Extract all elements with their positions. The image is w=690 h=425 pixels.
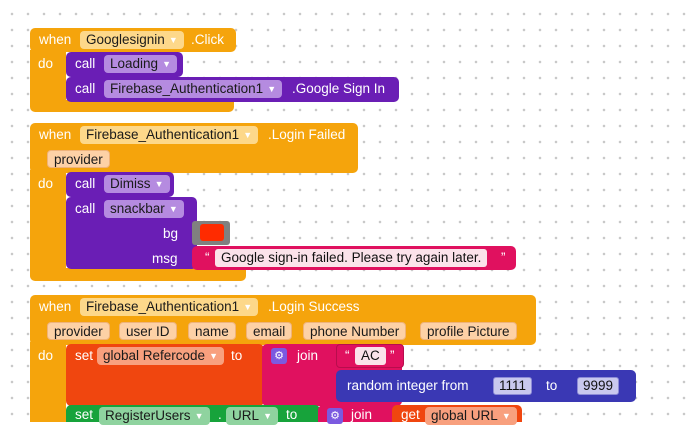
component-name: Loading bbox=[110, 56, 159, 71]
chevron-down-icon: ▼ bbox=[267, 84, 277, 94]
component-name: Dimiss bbox=[110, 176, 151, 191]
gear-icon[interactable]: ⚙ bbox=[271, 348, 287, 364]
chevron-down-icon: ▼ bbox=[243, 302, 253, 312]
param-provider[interactable]: provider bbox=[47, 150, 110, 168]
component-dropdown-snackbar[interactable]: snackbar ▼ bbox=[104, 200, 184, 218]
component-dropdown-firebase-auth[interactable]: Firebase_Authentication1 ▼ bbox=[104, 80, 283, 98]
msg-socket-label: msg bbox=[152, 251, 178, 266]
do-label: do bbox=[38, 176, 54, 191]
chevron-down-icon: ▼ bbox=[194, 411, 204, 421]
close-quote-icon: ” bbox=[501, 250, 506, 265]
param-provider[interactable]: provider bbox=[47, 322, 110, 340]
set-label: set bbox=[75, 407, 94, 422]
call-label: call bbox=[75, 81, 96, 96]
event-name: .Login Failed bbox=[268, 127, 346, 142]
close-quote-icon: ” bbox=[390, 348, 395, 363]
chevron-down-icon: ▼ bbox=[154, 179, 164, 189]
chevron-down-icon: ▼ bbox=[168, 35, 178, 45]
number-to[interactable]: 9999 bbox=[577, 377, 620, 395]
component-dropdown-googlesignin[interactable]: Googlesignin ▼ bbox=[80, 31, 184, 49]
when-label: when bbox=[39, 299, 72, 314]
component-dropdown-loading[interactable]: Loading ▼ bbox=[104, 55, 178, 73]
call-label: call bbox=[75, 56, 96, 71]
get-label: get bbox=[401, 407, 420, 422]
param-user-id[interactable]: user ID bbox=[119, 322, 177, 340]
component-name: Firebase_Authentication1 bbox=[86, 299, 240, 314]
string-ac[interactable]: AC bbox=[355, 347, 386, 365]
property-name: URL bbox=[232, 408, 260, 423]
join-label: join bbox=[297, 348, 319, 363]
chevron-down-icon: ▼ bbox=[243, 130, 253, 140]
variable-name: global URL bbox=[431, 408, 498, 423]
join-label: join bbox=[351, 407, 373, 422]
bg-socket-label: bg bbox=[163, 226, 179, 241]
random-integer-label: random integer from bbox=[347, 378, 469, 393]
component-dropdown-firebase-auth[interactable]: Firebase_Authentication1 ▼ bbox=[80, 298, 259, 316]
component-name: Firebase_Authentication1 bbox=[110, 81, 264, 96]
chevron-down-icon: ▼ bbox=[263, 411, 273, 421]
when-label: when bbox=[39, 127, 72, 142]
set-label: set bbox=[75, 348, 94, 363]
to-label: to bbox=[231, 348, 243, 363]
event-name: .Click bbox=[191, 32, 224, 47]
param-email[interactable]: email bbox=[246, 322, 293, 340]
chevron-down-icon: ▼ bbox=[209, 351, 219, 361]
to-label: to bbox=[286, 407, 298, 422]
to-label: to bbox=[546, 378, 558, 393]
component-name: Firebase_Authentication1 bbox=[86, 127, 240, 142]
component-dropdown-firebase-auth[interactable]: Firebase_Authentication1 ▼ bbox=[80, 126, 259, 144]
param-name[interactable]: name bbox=[188, 322, 236, 340]
call-label: call bbox=[75, 201, 96, 216]
component-dropdown-registerusers[interactable]: RegisterUsers ▼ bbox=[99, 407, 210, 425]
event-name: .Login Success bbox=[268, 299, 360, 314]
chevron-down-icon: ▼ bbox=[168, 204, 178, 214]
open-quote-icon: “ bbox=[345, 348, 350, 363]
chevron-down-icon: ▼ bbox=[501, 411, 511, 421]
do-label: do bbox=[38, 348, 54, 363]
param-phone-number[interactable]: phone Number bbox=[303, 322, 407, 340]
color-swatch-red[interactable] bbox=[200, 224, 224, 241]
method-name: .Google Sign In bbox=[292, 81, 386, 96]
param-profile-picture[interactable]: profile Picture bbox=[420, 322, 517, 340]
property-dropdown-url[interactable]: URL ▼ bbox=[226, 407, 279, 425]
component-name: RegisterUsers bbox=[105, 408, 191, 423]
variable-dropdown-global-url[interactable]: global URL ▼ bbox=[425, 407, 517, 425]
msg-text[interactable]: Google sign-in failed. Please try again … bbox=[215, 249, 488, 267]
when-label: when bbox=[39, 32, 72, 47]
do-label: do bbox=[38, 56, 54, 71]
component-dropdown-dimiss[interactable]: Dimiss ▼ bbox=[104, 175, 170, 193]
component-name: snackbar bbox=[110, 201, 165, 216]
variable-dropdown-refercode[interactable]: global Refercode ▼ bbox=[97, 347, 225, 365]
chevron-down-icon: ▼ bbox=[162, 59, 172, 69]
variable-name: global Refercode bbox=[103, 348, 206, 363]
component-name: Googlesignin bbox=[86, 32, 165, 47]
open-quote-icon: “ bbox=[205, 250, 210, 265]
number-from[interactable]: 1111 bbox=[493, 377, 533, 395]
call-label: call bbox=[75, 176, 96, 191]
dot-separator: . bbox=[218, 407, 222, 422]
